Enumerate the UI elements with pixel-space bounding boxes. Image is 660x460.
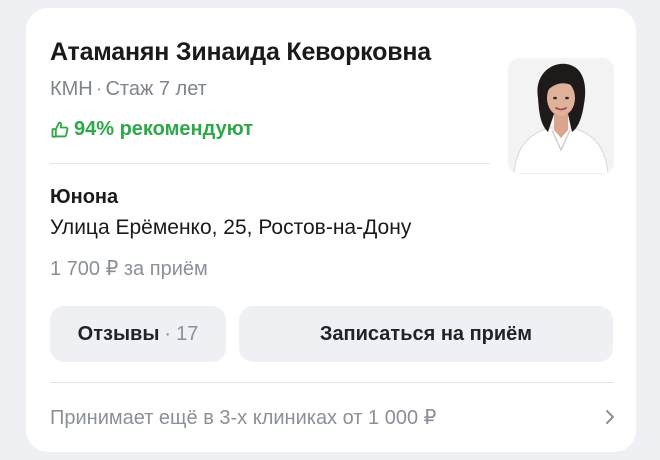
clinic-address: Улица Ерёменко, 25, Ростов-на-Дону: [50, 216, 412, 239]
divider: [50, 163, 490, 164]
clinic-name[interactable]: Юнона: [50, 186, 118, 209]
doctor-degree: КМН: [50, 78, 93, 100]
chevron-right-icon: [606, 410, 614, 424]
thumbs-up-icon: [51, 121, 69, 138]
divider: [50, 382, 614, 383]
recommend-rating: 94% рекомендуют: [50, 118, 253, 141]
reviews-count: 17: [176, 322, 199, 345]
doctor-meta: КМН · Стаж 7 лет: [50, 78, 207, 101]
meta-separator: ·: [95, 78, 103, 100]
doctor-photo[interactable]: [508, 58, 614, 174]
other-clinics-text: Принимает ещё в 3-х клиниках от 1 000 ₽: [50, 406, 437, 429]
doctor-name[interactable]: Атаманян Зинаида Кеворковна: [50, 38, 431, 67]
other-clinics-link[interactable]: Принимает ещё в 3-х клиниках от 1 000 ₽: [50, 390, 620, 444]
doctor-card: Атаманян Зинаида Кеворковна КМН · Стаж 7 л…: [26, 8, 636, 452]
book-appointment-label: Записаться на приём: [319, 322, 533, 345]
reviews-label: Отзывы: [77, 322, 160, 345]
reviews-button[interactable]: Отзывы · 17: [50, 306, 226, 362]
doctor-photo-image: [508, 58, 614, 174]
reviews-separator: ·: [164, 322, 172, 345]
doctor-experience: Стаж 7 лет: [105, 78, 207, 100]
consultation-price: 1 700 ₽ за приём: [50, 258, 208, 280]
book-appointment-button[interactable]: Записаться на приём: [239, 306, 613, 362]
recommend-text: 94% рекомендуют: [74, 118, 254, 140]
